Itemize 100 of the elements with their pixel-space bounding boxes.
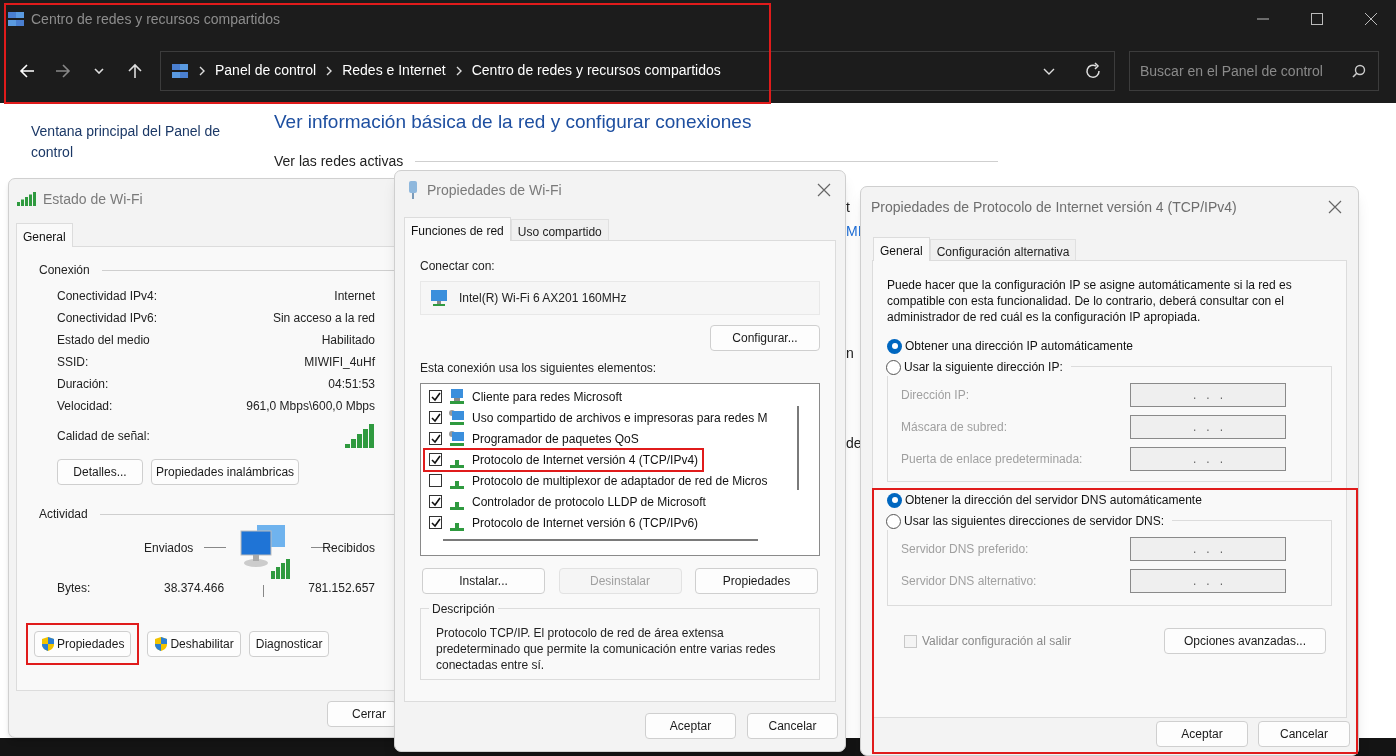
address-bar[interactable]: Panel de control Redes e Internet Centro de redes y recursos compartidos xyxy=(160,50,1115,91)
adapter-name: Intel(R) Wi-Fi 6 AX201 160MHz xyxy=(459,290,627,307)
field-value: MIWIFI_4uHf xyxy=(304,354,375,371)
maximize-icon xyxy=(1310,12,1324,26)
field-value: Internet xyxy=(334,288,375,305)
breadcrumb-item[interactable]: Centro de redes y recursos compartidos xyxy=(471,60,721,81)
intro-text: Puede hacer que la configuración IP se asigne automáticamente si la red es compatible con esta funcionalidad. De lo contrario, deberá consultar con el administrador de red cuál es la configuración IP apropiada. xyxy=(886,277,1293,325)
field-label: Calidad de señal: xyxy=(57,428,150,445)
field-label: Conectividad IPv6: xyxy=(57,310,158,327)
checkbox[interactable] xyxy=(429,432,442,445)
arrow-left-icon xyxy=(18,61,36,80)
page-heading: Ver información básica de la red y configurar conexiones xyxy=(274,110,752,134)
radio-label[interactable]: Obtener la dirección del servidor DNS automáticamente xyxy=(905,491,1202,509)
dialog-button[interactable]: Instalar... xyxy=(422,568,545,594)
checkbox[interactable] xyxy=(429,453,442,466)
bytes-received-value: 781.152.657 xyxy=(308,580,375,597)
list-item[interactable]: Programador de paquetes QoS xyxy=(472,429,639,448)
field-label: SSID: xyxy=(57,354,89,371)
monitor-icon xyxy=(448,409,466,426)
section-label: Ver las redes activas xyxy=(274,152,404,171)
received-label: Recibidos xyxy=(322,540,375,557)
field-label: Servidor DNS alternativo: xyxy=(901,573,1037,590)
dialog-title: Propiedades de Protocolo de Internet versión 4 (TCP/IPv4) xyxy=(871,197,1237,217)
field-value: 04:51:53 xyxy=(328,376,375,393)
field-label: Máscara de subred: xyxy=(901,419,1008,436)
dialog-button[interactable]: Propiedades xyxy=(34,631,132,657)
search-icon xyxy=(1351,62,1367,79)
dialog-button[interactable]: Propiedades inalámbricas xyxy=(151,459,300,485)
dialog-button[interactable]: Aceptar xyxy=(645,713,736,739)
radio-button[interactable] xyxy=(886,359,901,375)
tab[interactable]: Configuración alternativa xyxy=(929,239,1077,260)
network-center-icon xyxy=(7,10,25,28)
network-adapter-icon xyxy=(407,180,419,200)
dialog-button[interactable]: Diagnosticar xyxy=(248,631,330,657)
section-label: Actividad xyxy=(39,506,88,523)
radio-button[interactable] xyxy=(887,492,902,508)
close-icon xyxy=(817,183,831,197)
network-protocol-icon xyxy=(450,480,464,489)
field-label: Conectividad IPv4: xyxy=(57,288,158,305)
radio-button[interactable] xyxy=(886,513,901,529)
monitor-icon xyxy=(448,388,466,405)
tab[interactable]: General xyxy=(873,237,930,261)
dialog-button[interactable]: Opciones avanzadas... xyxy=(1164,628,1326,654)
network-protocol-icon xyxy=(450,459,464,468)
radio-label[interactable]: Obtener una dirección IP automáticamente xyxy=(905,337,1133,355)
dialog-button[interactable]: Deshabilitar xyxy=(147,631,241,657)
breadcrumb-item[interactable]: Panel de control xyxy=(215,60,317,81)
tab[interactable]: Uso compartido xyxy=(510,219,609,240)
field-label: Estado del medio xyxy=(57,332,150,349)
list-item[interactable]: Cliente para redes Microsoft xyxy=(472,387,623,406)
dialog-button[interactable]: Detalles... xyxy=(57,459,143,485)
tab[interactable]: General xyxy=(16,223,73,247)
description-text: Protocolo TCP/IP. El protocolo de red de área extensa predeterminado que permite la comunicación entre varias redes conectadas entre sí. xyxy=(436,625,777,673)
dialog-button[interactable]: Cancelar xyxy=(1258,721,1350,747)
network-adapter-icon xyxy=(429,289,449,307)
breadcrumb-item[interactable]: Redes e Internet xyxy=(342,60,446,81)
list-item[interactable]: Protocolo de multiplexor de adaptador de red de Micros xyxy=(472,471,768,490)
chevron-down-icon xyxy=(94,67,104,74)
checkbox[interactable] xyxy=(429,516,442,529)
checkbox[interactable] xyxy=(429,495,442,508)
sent-label: Enviados xyxy=(144,540,194,557)
text-fragment: de xyxy=(846,434,862,453)
field-value: 961,0 Mbps\600,0 Mbps xyxy=(246,398,375,415)
text-fragment: t xyxy=(846,198,850,217)
checkbox[interactable] xyxy=(429,411,442,424)
tab[interactable]: Funciones de red xyxy=(404,217,511,241)
dialog-button[interactable]: Propiedades xyxy=(695,568,818,594)
section-label: Conexión xyxy=(39,262,90,279)
list-item[interactable]: Protocolo de Internet versión 4 (TCP/IPv4) xyxy=(472,450,699,469)
search-field[interactable]: Buscar en el Panel de control xyxy=(1129,50,1379,91)
arrow-up-icon xyxy=(126,61,144,80)
dialog-button[interactable]: Cerrar xyxy=(327,701,397,727)
dialog-button[interactable]: Cancelar xyxy=(747,713,838,739)
field-value: Sin acceso a la red xyxy=(272,310,375,327)
list-item[interactable]: Protocolo de Internet versión 6 (TCP/IPv6) xyxy=(472,513,699,532)
field-label: Servidor DNS preferido: xyxy=(901,541,1029,558)
signal-strength-icon xyxy=(17,192,37,206)
checkbox[interactable] xyxy=(429,390,442,403)
text-fragment: MI xyxy=(846,222,862,241)
monitor-icon xyxy=(448,430,466,447)
network-protocol-icon xyxy=(450,501,464,510)
field-label: Esta conexión usa los siguientes elementos: xyxy=(420,360,658,377)
dialog-title: Estado de Wi-Fi xyxy=(43,189,143,209)
radio-label[interactable]: Usar las siguientes direcciones de servidor DNS: xyxy=(904,512,1165,530)
checkbox[interactable] xyxy=(429,474,442,487)
arrow-right-icon xyxy=(54,61,72,80)
close-icon xyxy=(1328,200,1342,214)
refresh-icon xyxy=(1084,61,1102,80)
signal-strength-icon xyxy=(345,424,375,448)
list-item[interactable]: Uso compartido de archivos e impresoras para redes M xyxy=(472,408,768,427)
window-title: Centro de redes y recursos compartidos xyxy=(31,9,280,29)
list-item[interactable]: Controlador de protocolo LLDP de Microsoft xyxy=(472,492,706,511)
dialog-button[interactable]: Configurar... xyxy=(710,325,820,351)
field-label: Conectar con: xyxy=(420,258,496,275)
close-icon xyxy=(1364,12,1378,26)
field-label: Puerta de enlace predeterminada: xyxy=(901,451,1083,468)
radio-button[interactable] xyxy=(887,338,902,354)
dialog-button[interactable]: Aceptar xyxy=(1156,721,1248,747)
sidebar-link[interactable]: Ventana principal del Panel de control xyxy=(31,121,241,163)
field-label: Velocidad: xyxy=(57,398,113,415)
